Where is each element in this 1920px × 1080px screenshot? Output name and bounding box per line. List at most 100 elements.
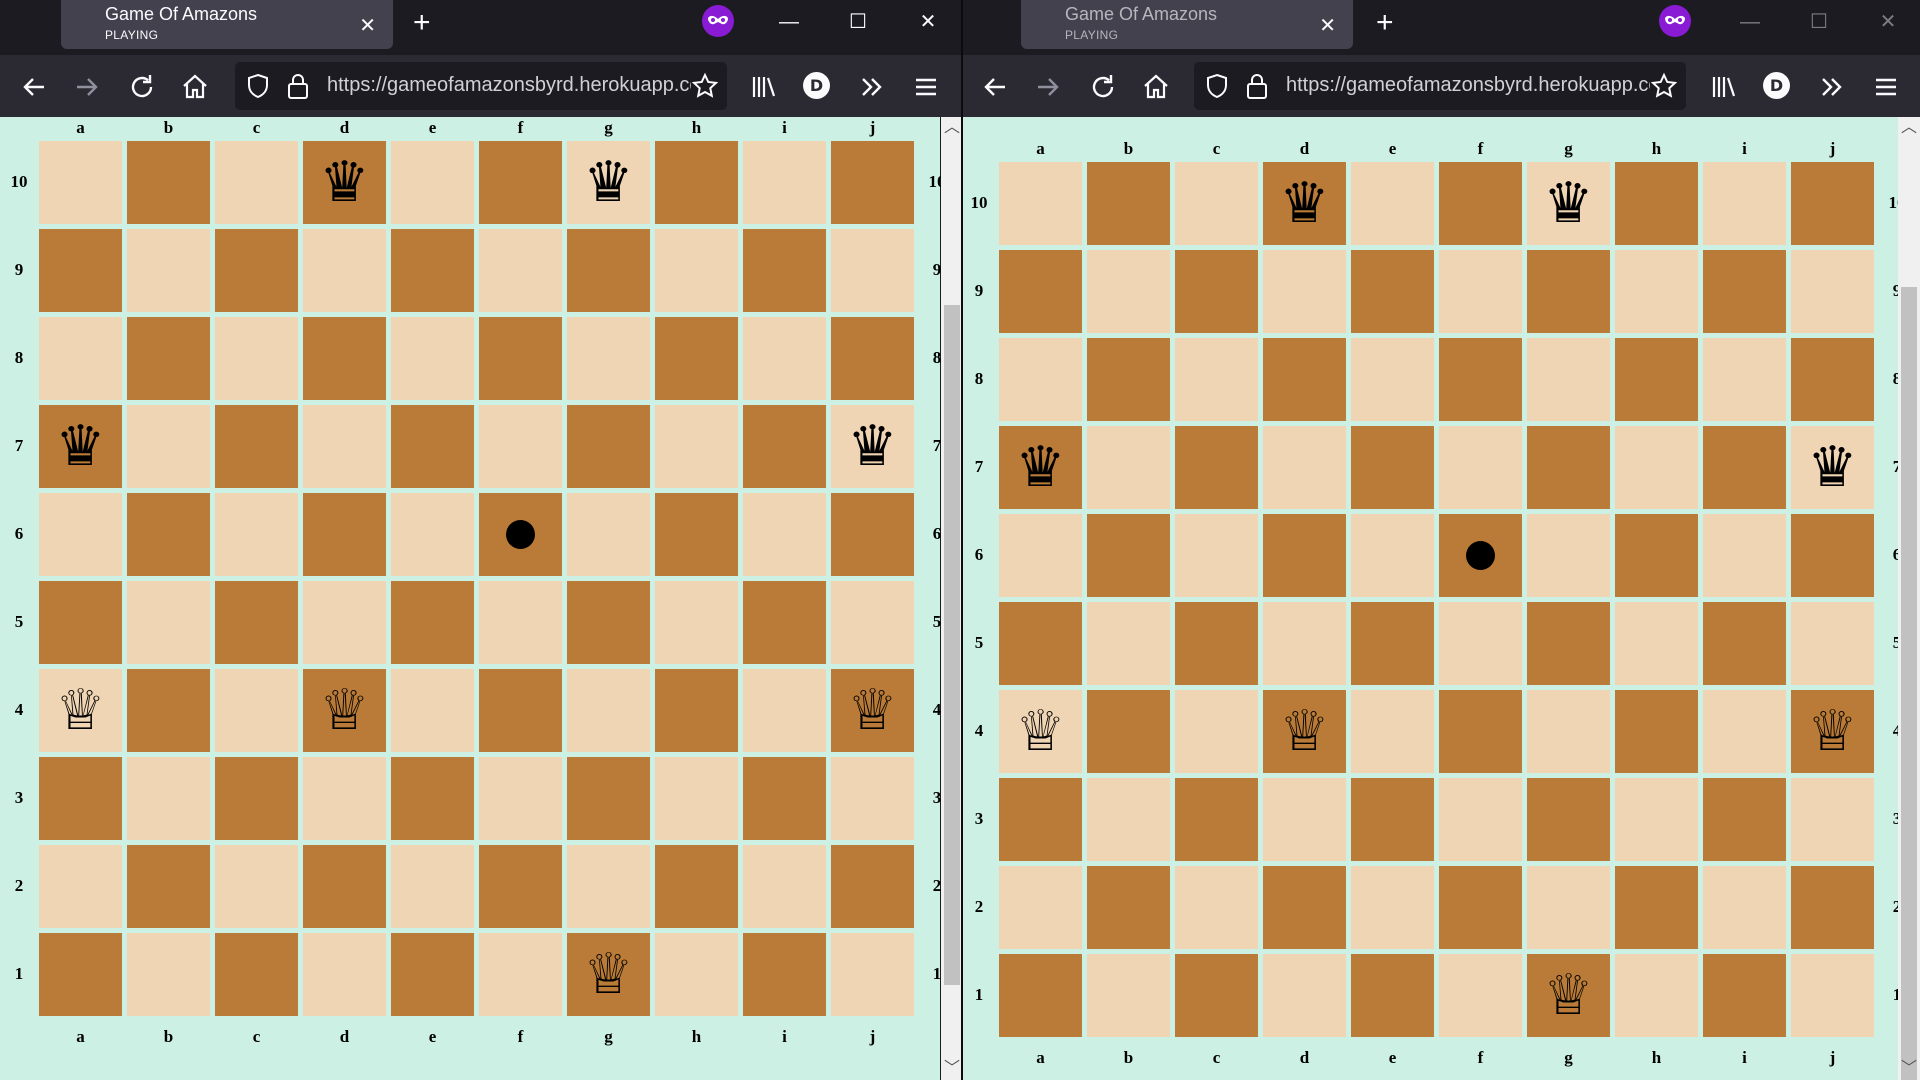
url-text[interactable]: https://gameofamazonsbyrd.herokuapp.com [327,74,717,97]
minimize-icon[interactable]: — [1730,7,1770,37]
square-i3[interactable] [743,757,826,840]
square-i4[interactable] [1703,690,1786,773]
square-b5[interactable] [1087,602,1170,685]
square-g7[interactable] [1527,426,1610,509]
shield-icon[interactable] [1204,73,1230,99]
square-h2[interactable] [655,845,738,928]
square-a2[interactable] [39,845,122,928]
square-d3[interactable] [303,757,386,840]
square-b1[interactable] [1087,954,1170,1037]
square-h1[interactable] [655,933,738,1016]
white-queen-d4[interactable]: ♕ [1263,690,1346,773]
square-e10[interactable] [391,141,474,224]
close-icon[interactable]: ✕ [1868,7,1908,37]
forward-icon[interactable] [1032,71,1064,103]
square-h9[interactable] [655,229,738,312]
square-d8[interactable] [1263,338,1346,421]
square-a3[interactable] [999,778,1082,861]
star-icon[interactable] [691,72,719,100]
url-bar[interactable]: https://gameofamazonsbyrd.herokuapp.com [1194,62,1686,110]
black-queen-g10[interactable]: ♛ [1527,162,1610,245]
lock-icon[interactable] [1244,72,1270,100]
square-e9[interactable] [391,229,474,312]
square-d3[interactable] [1263,778,1346,861]
square-b7[interactable] [1087,426,1170,509]
library-icon[interactable] [1708,71,1740,103]
square-i10[interactable] [743,141,826,224]
square-c6[interactable] [1175,514,1258,597]
square-a9[interactable] [999,250,1082,333]
square-d1[interactable] [303,933,386,1016]
square-b6[interactable] [127,493,210,576]
black-queen-g10[interactable]: ♛ [567,141,650,224]
square-a10[interactable] [39,141,122,224]
square-b7[interactable] [127,405,210,488]
square-b10[interactable] [127,141,210,224]
square-i6[interactable] [743,493,826,576]
square-b2[interactable] [127,845,210,928]
square-g2[interactable] [1527,866,1610,949]
square-f8[interactable] [1439,338,1522,421]
square-h3[interactable] [655,757,738,840]
square-j5[interactable] [1791,602,1874,685]
square-g4[interactable] [567,669,650,752]
square-h10[interactable] [655,141,738,224]
square-d9[interactable] [303,229,386,312]
tab-close-icon[interactable]: ✕ [1319,13,1336,38]
square-c1[interactable] [215,933,298,1016]
square-d8[interactable] [303,317,386,400]
square-h4[interactable] [655,669,738,752]
square-e6[interactable] [391,493,474,576]
black-queen-d10[interactable]: ♛ [1263,162,1346,245]
square-e2[interactable] [1351,866,1434,949]
minimize-icon[interactable]: — [769,7,809,37]
square-e1[interactable] [391,933,474,1016]
square-b9[interactable] [127,229,210,312]
back-icon[interactable] [979,71,1011,103]
home-icon[interactable] [179,71,211,103]
square-h6[interactable] [655,493,738,576]
scroll-down-icon[interactable]: ﹀ [1898,1058,1920,1080]
scrollbar[interactable]: ︿ ﹀ [1898,117,1920,1080]
square-d7[interactable] [303,405,386,488]
square-a1[interactable] [39,933,122,1016]
square-j10[interactable] [1791,162,1874,245]
square-j6[interactable] [831,493,914,576]
square-a8[interactable] [39,317,122,400]
square-h8[interactable] [1615,338,1698,421]
square-e5[interactable] [391,581,474,664]
square-f5[interactable] [479,581,562,664]
square-i3[interactable] [1703,778,1786,861]
square-d5[interactable] [303,581,386,664]
square-f7[interactable] [1439,426,1522,509]
black-queen-j7[interactable]: ♛ [831,405,914,488]
square-e1[interactable] [1351,954,1434,1037]
square-g6[interactable] [567,493,650,576]
square-c5[interactable] [1175,602,1258,685]
square-h6[interactable] [1615,514,1698,597]
square-h8[interactable] [655,317,738,400]
square-h5[interactable] [1615,602,1698,685]
square-e7[interactable] [391,405,474,488]
square-e3[interactable] [1351,778,1434,861]
square-a6[interactable] [39,493,122,576]
square-j8[interactable] [1791,338,1874,421]
square-f2[interactable] [479,845,562,928]
square-c3[interactable] [215,757,298,840]
white-queen-j4[interactable]: ♕ [831,669,914,752]
square-a1[interactable] [999,954,1082,1037]
square-b3[interactable] [1087,778,1170,861]
black-queen-a7[interactable]: ♛ [999,426,1082,509]
square-j2[interactable] [831,845,914,928]
square-g8[interactable] [567,317,650,400]
square-h4[interactable] [1615,690,1698,773]
square-b10[interactable] [1087,162,1170,245]
overflow-icon[interactable] [1816,71,1848,103]
square-c5[interactable] [215,581,298,664]
square-h1[interactable] [1615,954,1698,1037]
reload-icon[interactable] [1087,71,1119,103]
square-g8[interactable] [1527,338,1610,421]
white-queen-d4[interactable]: ♕ [303,669,386,752]
white-queen-j4[interactable]: ♕ [1791,690,1874,773]
lock-icon[interactable] [285,72,311,100]
